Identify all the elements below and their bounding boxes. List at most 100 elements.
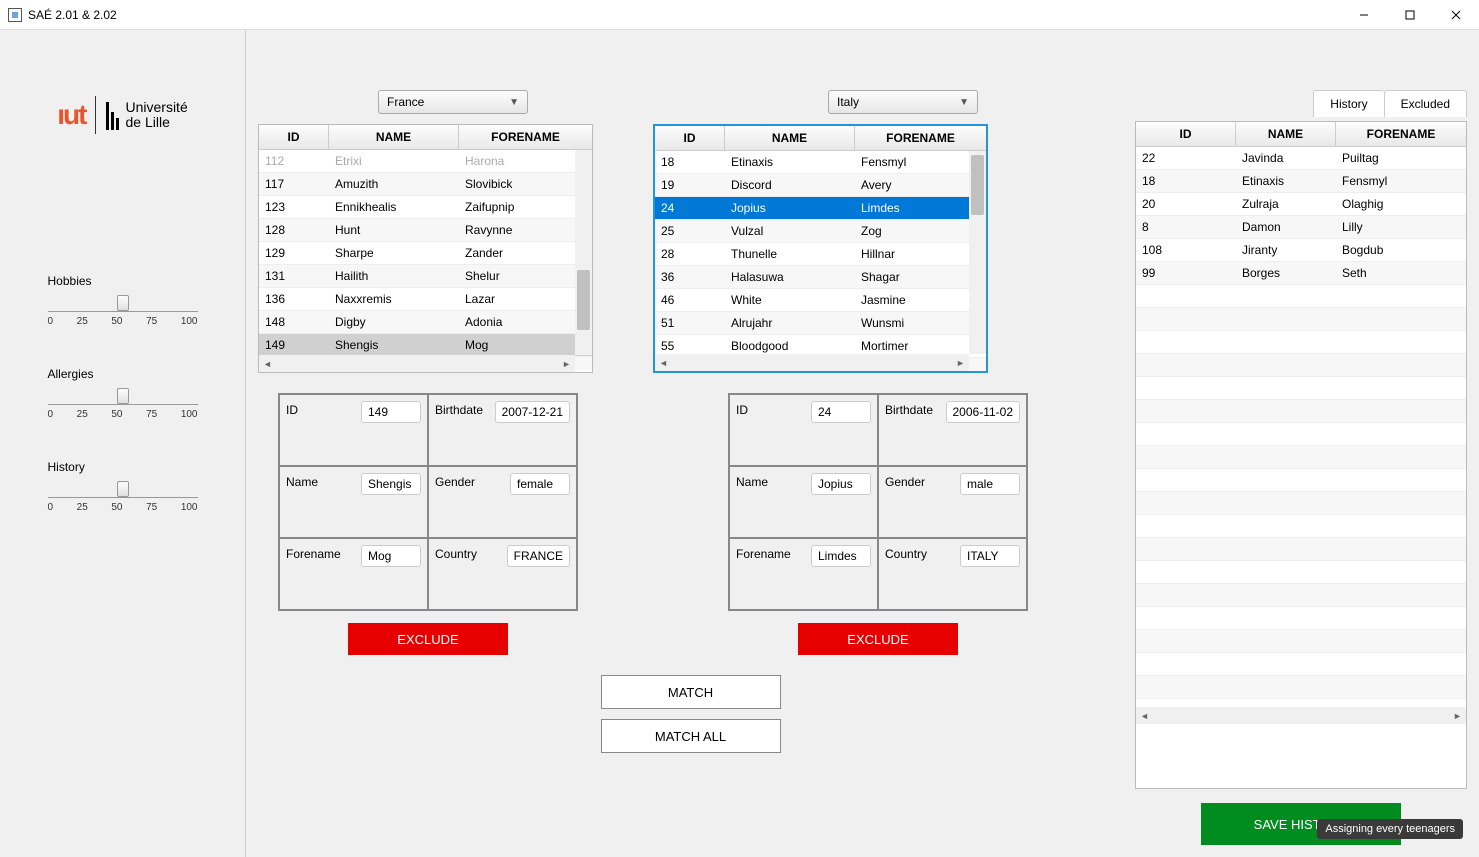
detail-label: Gender bbox=[435, 473, 475, 489]
col-name[interactable]: NAME bbox=[329, 125, 459, 149]
minimize-button[interactable] bbox=[1341, 0, 1387, 30]
col-forename[interactable]: FORENAME bbox=[459, 125, 592, 149]
right-table[interactable]: ID NAME FORENAME 18EtinaxisFensmyl19Disc… bbox=[653, 124, 988, 373]
table-row bbox=[1136, 354, 1466, 377]
scrollbar-vertical[interactable] bbox=[575, 150, 592, 355]
table-row[interactable]: 129SharpeZander bbox=[259, 242, 592, 265]
detail-forename: Limdes bbox=[811, 545, 871, 567]
scrollbar-vertical[interactable] bbox=[969, 151, 986, 354]
table-row[interactable]: 28ThunelleHillnar bbox=[655, 243, 986, 266]
table-row[interactable]: 51AlrujahrWunsmi bbox=[655, 312, 986, 335]
detail-birth: 2006-11-02 bbox=[946, 401, 1021, 423]
table-row[interactable]: 136NaxxremisLazar bbox=[259, 288, 592, 311]
col-forename[interactable]: FORENAME bbox=[1336, 122, 1466, 146]
table-row bbox=[1136, 492, 1466, 515]
table-row bbox=[1136, 584, 1466, 607]
logo: ıut Universitéde Lille bbox=[57, 96, 187, 134]
right-detail-panel: ID 24 Birthdate 2006-11-02 Name Jopius Gend… bbox=[728, 393, 1028, 611]
table-row[interactable]: 22JavindaPuiltag bbox=[1136, 147, 1466, 170]
table-row[interactable]: 36HalasuwaShagar bbox=[655, 266, 986, 289]
table-row[interactable]: 24JopiusLimdes bbox=[655, 197, 986, 220]
table-row[interactable]: 20ZulrajaOlaghig bbox=[1136, 193, 1466, 216]
detail-label: Name bbox=[736, 473, 768, 489]
detail-id: 24 bbox=[811, 401, 871, 423]
col-id[interactable]: ID bbox=[259, 125, 329, 149]
table-row[interactable]: 128HuntRavynne bbox=[259, 219, 592, 242]
scrollbar-horizontal[interactable]: ◄► bbox=[655, 354, 969, 371]
app-icon bbox=[8, 8, 22, 22]
table-row bbox=[1136, 607, 1466, 630]
detail-gender: female bbox=[510, 473, 570, 495]
table-row[interactable]: 25VulzalZog bbox=[655, 220, 986, 243]
detail-label: Birthdate bbox=[885, 401, 933, 417]
close-button[interactable] bbox=[1433, 0, 1479, 30]
chevron-down-icon: ▼ bbox=[959, 97, 969, 108]
match-all-button[interactable]: MATCH ALL bbox=[601, 719, 781, 753]
detail-label: ID bbox=[736, 401, 748, 417]
sidebar: ıut Universitéde Lille Hobbies 025507510… bbox=[0, 30, 246, 857]
table-row[interactable]: 46WhiteJasmine bbox=[655, 289, 986, 312]
left-table[interactable]: ID NAME FORENAME 112EtrixiHarona117Amuzi… bbox=[258, 124, 593, 373]
table-row bbox=[1136, 515, 1466, 538]
table-row bbox=[1136, 653, 1466, 676]
table-row[interactable]: 18EtinaxisFensmyl bbox=[655, 151, 986, 174]
scrollbar-horizontal[interactable]: ◄► bbox=[259, 355, 575, 372]
tab-excluded[interactable]: Excluded bbox=[1384, 90, 1467, 117]
table-row[interactable]: 99BorgesSeth bbox=[1136, 262, 1466, 285]
table-row bbox=[1136, 446, 1466, 469]
table-row[interactable]: 123EnnikhealisZaifupnip bbox=[259, 196, 592, 219]
table-row bbox=[1136, 285, 1466, 308]
detail-name: Shengis bbox=[361, 473, 421, 495]
hobbies-slider[interactable] bbox=[48, 292, 198, 312]
col-forename[interactable]: FORENAME bbox=[855, 126, 986, 150]
slider-label: Hobbies bbox=[48, 274, 198, 288]
table-row bbox=[1136, 400, 1466, 423]
detail-gender: male bbox=[960, 473, 1020, 495]
detail-label: Country bbox=[435, 545, 477, 561]
col-name[interactable]: NAME bbox=[725, 126, 855, 150]
table-row[interactable]: 8DamonLilly bbox=[1136, 216, 1466, 239]
scrollbar-horizontal[interactable]: ◄► bbox=[1136, 707, 1466, 724]
detail-label: Gender bbox=[885, 473, 925, 489]
history-slider[interactable] bbox=[48, 478, 198, 498]
exclude-right-button[interactable]: EXCLUDE bbox=[798, 623, 958, 655]
table-row bbox=[1136, 676, 1466, 699]
table-row[interactable]: 108JirantyBogdub bbox=[1136, 239, 1466, 262]
table-row[interactable]: 117AmuzithSlovibick bbox=[259, 173, 592, 196]
maximize-button[interactable] bbox=[1387, 0, 1433, 30]
table-row bbox=[1136, 469, 1466, 492]
history-table[interactable]: ID NAME FORENAME 22JavindaPuiltag18Etina… bbox=[1135, 121, 1467, 789]
table-row bbox=[1136, 538, 1466, 561]
country-right-select[interactable]: Italy ▼ bbox=[828, 90, 978, 114]
col-id[interactable]: ID bbox=[655, 126, 725, 150]
country-right-value: Italy bbox=[837, 95, 859, 109]
country-left-select[interactable]: France ▼ bbox=[378, 90, 528, 114]
tooltip: Assigning every teenagers bbox=[1317, 819, 1463, 839]
detail-label: Country bbox=[885, 545, 927, 561]
table-row bbox=[1136, 377, 1466, 400]
window-title: SAÉ 2.01 & 2.02 bbox=[28, 8, 117, 22]
detail-country: FRANCE bbox=[507, 545, 570, 567]
univ-name-1: Université bbox=[125, 100, 187, 115]
detail-label: Forename bbox=[286, 545, 341, 561]
detail-label: Name bbox=[286, 473, 318, 489]
col-name[interactable]: NAME bbox=[1236, 122, 1336, 146]
table-row[interactable]: 112EtrixiHarona bbox=[259, 150, 592, 173]
detail-label: Birthdate bbox=[435, 401, 483, 417]
match-button[interactable]: MATCH bbox=[601, 675, 781, 709]
exclude-left-button[interactable]: EXCLUDE bbox=[348, 623, 508, 655]
table-row[interactable]: 18EtinaxisFensmyl bbox=[1136, 170, 1466, 193]
detail-label: ID bbox=[286, 401, 298, 417]
allergies-slider[interactable] bbox=[48, 385, 198, 405]
slider-label: History bbox=[48, 460, 198, 474]
table-row[interactable]: 19DiscordAvery bbox=[655, 174, 986, 197]
tab-history[interactable]: History bbox=[1313, 90, 1383, 117]
univ-name-2: de Lille bbox=[125, 115, 187, 130]
detail-name: Jopius bbox=[811, 473, 871, 495]
col-id[interactable]: ID bbox=[1136, 122, 1236, 146]
table-row[interactable]: 148DigbyAdonia bbox=[259, 311, 592, 334]
table-row[interactable]: 149ShengisMog bbox=[259, 334, 592, 357]
country-left-value: France bbox=[387, 95, 424, 109]
table-row[interactable]: 131HailithShelur bbox=[259, 265, 592, 288]
table-row bbox=[1136, 561, 1466, 584]
